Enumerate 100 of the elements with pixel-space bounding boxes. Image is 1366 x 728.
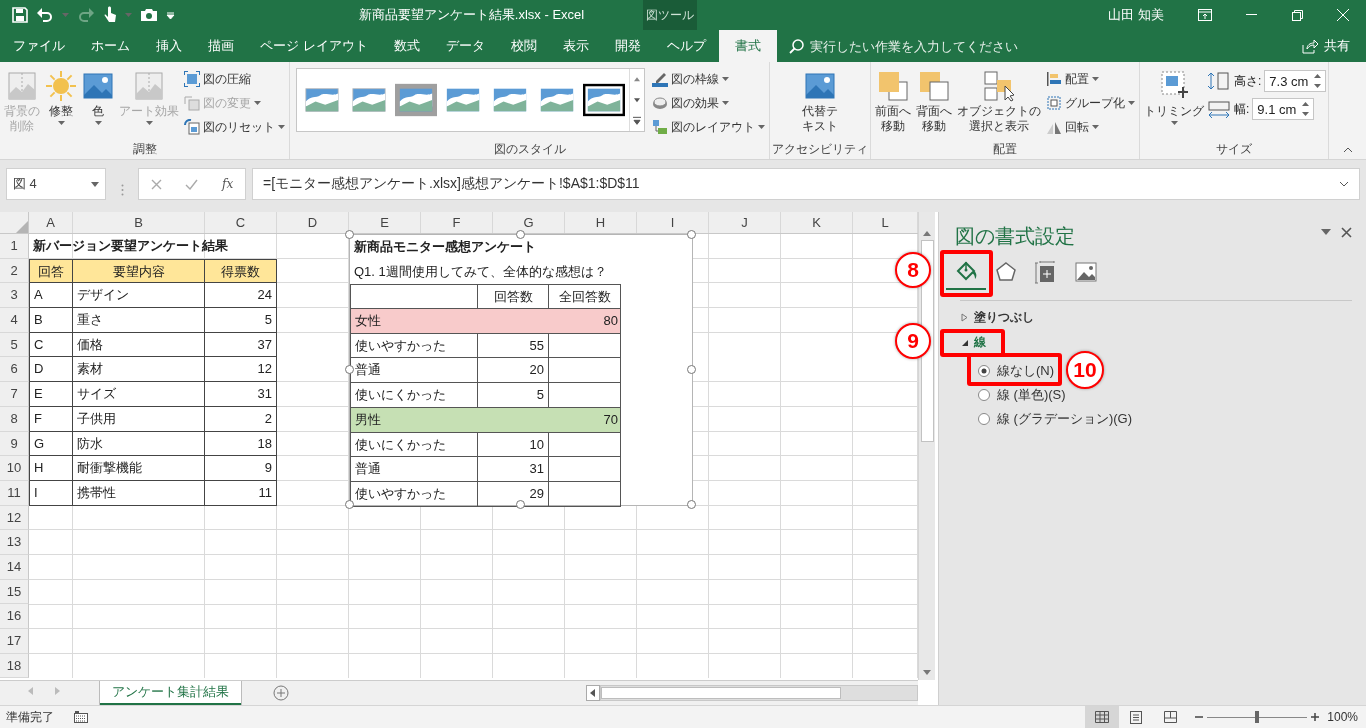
row-header[interactable]: 2 — [0, 258, 29, 284]
splitter-icon[interactable] — [120, 184, 124, 196]
ribbon-tab[interactable]: 描画 — [195, 30, 247, 62]
tell-me-field[interactable]: 実行したい作業を入力してください — [809, 38, 1070, 54]
ribbon-button[interactable]: トリミング — [1142, 68, 1206, 127]
sheet-tab[interactable]: アンケート集計結果 — [100, 681, 241, 705]
row-header[interactable]: 4 — [0, 308, 29, 333]
user-name[interactable]: 山田 知美 — [1108, 6, 1164, 24]
ribbon-tab[interactable]: ヘルプ — [653, 30, 719, 62]
ribbon-tab[interactable]: ページ レイアウト — [247, 30, 381, 62]
expand-icon[interactable] — [1339, 181, 1349, 187]
ribbon-button[interactable]: グループ化 — [1044, 92, 1137, 114]
radio-option[interactable]: 線 (単色)(S) — [978, 387, 1066, 403]
resize-handle[interactable] — [345, 500, 354, 509]
row-header[interactable]: 1 — [0, 234, 29, 259]
name-box[interactable]: 図 4 — [6, 168, 106, 200]
row-header[interactable]: 12 — [0, 505, 29, 531]
cancel-icon[interactable] — [150, 178, 162, 190]
style-thumbnail[interactable] — [583, 83, 625, 117]
row-header[interactable]: 10 — [0, 456, 29, 481]
customize-icon[interactable] — [166, 10, 175, 20]
ribbon-button[interactable]: 図の枠線 — [650, 68, 767, 90]
ribbon-button[interactable]: 色 — [80, 68, 116, 127]
zoom-level[interactable]: 100% — [1327, 710, 1358, 724]
spinner-icon[interactable] — [1302, 101, 1310, 117]
ribbon-button[interactable]: オブジェクトの選択と表示 — [955, 68, 1043, 136]
row-header[interactable]: 16 — [0, 604, 29, 629]
radio-option[interactable]: 線なし(N) — [978, 363, 1055, 379]
ribbon-tab[interactable]: ファイル — [0, 30, 78, 62]
camera-icon[interactable] — [140, 8, 158, 22]
ribbon-button[interactable]: 配置 — [1044, 68, 1137, 90]
ribbon-button[interactable]: 回転 — [1044, 116, 1137, 138]
restore-icon[interactable] — [1291, 9, 1303, 21]
row-header[interactable]: 14 — [0, 554, 29, 580]
ribbon-tab[interactable]: ホーム — [78, 30, 143, 62]
row-header[interactable]: 6 — [0, 357, 29, 383]
scroll-down-icon[interactable] — [923, 670, 931, 676]
save-icon[interactable] — [12, 7, 28, 23]
row-header[interactable]: 8 — [0, 406, 29, 432]
column-header[interactable]: B — [73, 212, 205, 233]
column-header[interactable]: J — [709, 212, 781, 233]
ribbon-button[interactable]: 図の効果 — [650, 92, 767, 114]
ribbon-tab[interactable]: 校閲 — [497, 30, 550, 62]
dropdown-icon[interactable] — [1321, 229, 1331, 235]
resize-handle[interactable] — [687, 365, 696, 374]
column-header[interactable]: C — [205, 212, 277, 233]
ribbon-button[interactable]: 図のリセット — [182, 116, 287, 138]
dropdown-icon[interactable] — [91, 181, 99, 187]
row-header[interactable]: 18 — [0, 653, 29, 679]
ribbon-tab[interactable]: 数式 — [380, 30, 433, 62]
add-sheet-icon[interactable] — [273, 685, 289, 701]
zoom-out-icon[interactable] — [1195, 713, 1204, 721]
zoom-in-icon[interactable] — [1311, 713, 1320, 721]
ribbon-tab[interactable]: データ — [432, 30, 498, 62]
column-header[interactable]: F — [421, 212, 493, 233]
resize-handle[interactable] — [516, 230, 525, 239]
resize-handle[interactable] — [687, 230, 696, 239]
ribbon-button[interactable]: 前面へ移動 — [873, 68, 913, 136]
column-header[interactable]: K — [781, 212, 853, 233]
enter-icon[interactable] — [185, 178, 199, 190]
horizontal-scrollbar[interactable] — [600, 685, 918, 701]
ribbon-button[interactable]: 背面へ移動 — [914, 68, 954, 136]
row-header[interactable]: 7 — [0, 382, 29, 407]
column-header[interactable]: A — [29, 212, 73, 233]
macro-record-icon[interactable] — [74, 711, 88, 723]
ribbon-options-icon[interactable] — [1198, 9, 1212, 21]
row-header[interactable]: 13 — [0, 530, 29, 555]
ribbon-button[interactable]: 修整 — [43, 68, 79, 127]
resize-handle[interactable] — [345, 230, 354, 239]
radio-option[interactable]: 線 (グラデーション)(G) — [978, 411, 1133, 427]
ribbon-tab[interactable]: 開発 — [601, 30, 654, 62]
row-header[interactable]: 3 — [0, 283, 29, 309]
ribbon-button[interactable]: 代替テキスト — [800, 68, 840, 136]
scroll-left-icon[interactable] — [586, 685, 600, 701]
resize-handle[interactable] — [516, 500, 525, 509]
row-header[interactable]: 11 — [0, 480, 29, 506]
resize-handle[interactable] — [345, 365, 354, 374]
number-field[interactable]: 7.3 cm — [1264, 70, 1327, 92]
ribbon-button[interactable]: 図のレイアウト — [650, 116, 767, 138]
section-header[interactable]: 塗りつぶし — [946, 305, 1034, 330]
formula-field[interactable]: =[モニター感想アンケート.xlsx]感想アンケート!$A$1:$D$11 — [252, 168, 1360, 200]
row-header[interactable]: 9 — [0, 431, 29, 457]
ribbon-tab[interactable]: 表示 — [549, 30, 602, 62]
row-header[interactable]: 5 — [0, 332, 29, 358]
close-icon[interactable] — [1341, 226, 1352, 238]
spinner-icon[interactable] — [1314, 73, 1322, 89]
minimize-icon[interactable] — [1245, 14, 1257, 16]
collapse-ribbon-icon[interactable] — [1342, 147, 1353, 153]
section-header[interactable]: 線 — [946, 330, 986, 355]
resize-handle[interactable] — [687, 500, 696, 509]
row-header[interactable]: 15 — [0, 579, 29, 605]
style-thumbnail[interactable] — [395, 83, 437, 117]
scroll-up-icon[interactable] — [923, 230, 931, 236]
ribbon-button[interactable]: 図の圧縮 — [182, 68, 287, 90]
undo-icon[interactable] — [36, 7, 54, 23]
column-header[interactable]: H — [565, 212, 637, 233]
vertical-scrollbar[interactable] — [918, 212, 935, 680]
number-field[interactable]: 9.1 cm — [1252, 98, 1315, 120]
row-header[interactable]: 17 — [0, 629, 29, 654]
ribbon-tab[interactable]: 書式 — [718, 30, 777, 62]
